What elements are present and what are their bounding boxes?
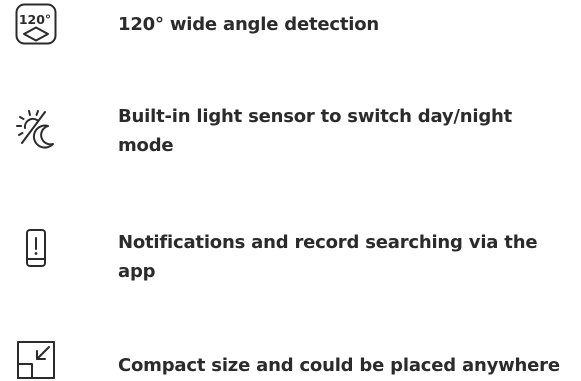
compact-size-icon <box>15 339 57 381</box>
feature-text: 120° wide angle detection <box>118 14 380 35</box>
feature-item-wide-angle: 120° 120° wide angle detection <box>0 0 581 60</box>
feature-item-compact: Compact size and could be placed anywher… <box>0 337 581 381</box>
feature-item-light-sensor: Built-in light sensor to switch day/nigh… <box>0 100 581 170</box>
feature-text: Built-in light sensor to switch day/nigh… <box>118 106 513 156</box>
sun-moon-icon <box>15 106 57 149</box>
feature-text: Compact size and could be placed anywher… <box>118 355 560 376</box>
phone-notification-icon <box>15 228 57 270</box>
feature-item-notifications: Notifications and record searching via t… <box>0 226 581 296</box>
wide-angle-120-icon: 120° <box>15 3 57 45</box>
wide-angle-label: 120° <box>19 12 51 27</box>
feature-text: Notifications and record searching via t… <box>118 232 538 282</box>
